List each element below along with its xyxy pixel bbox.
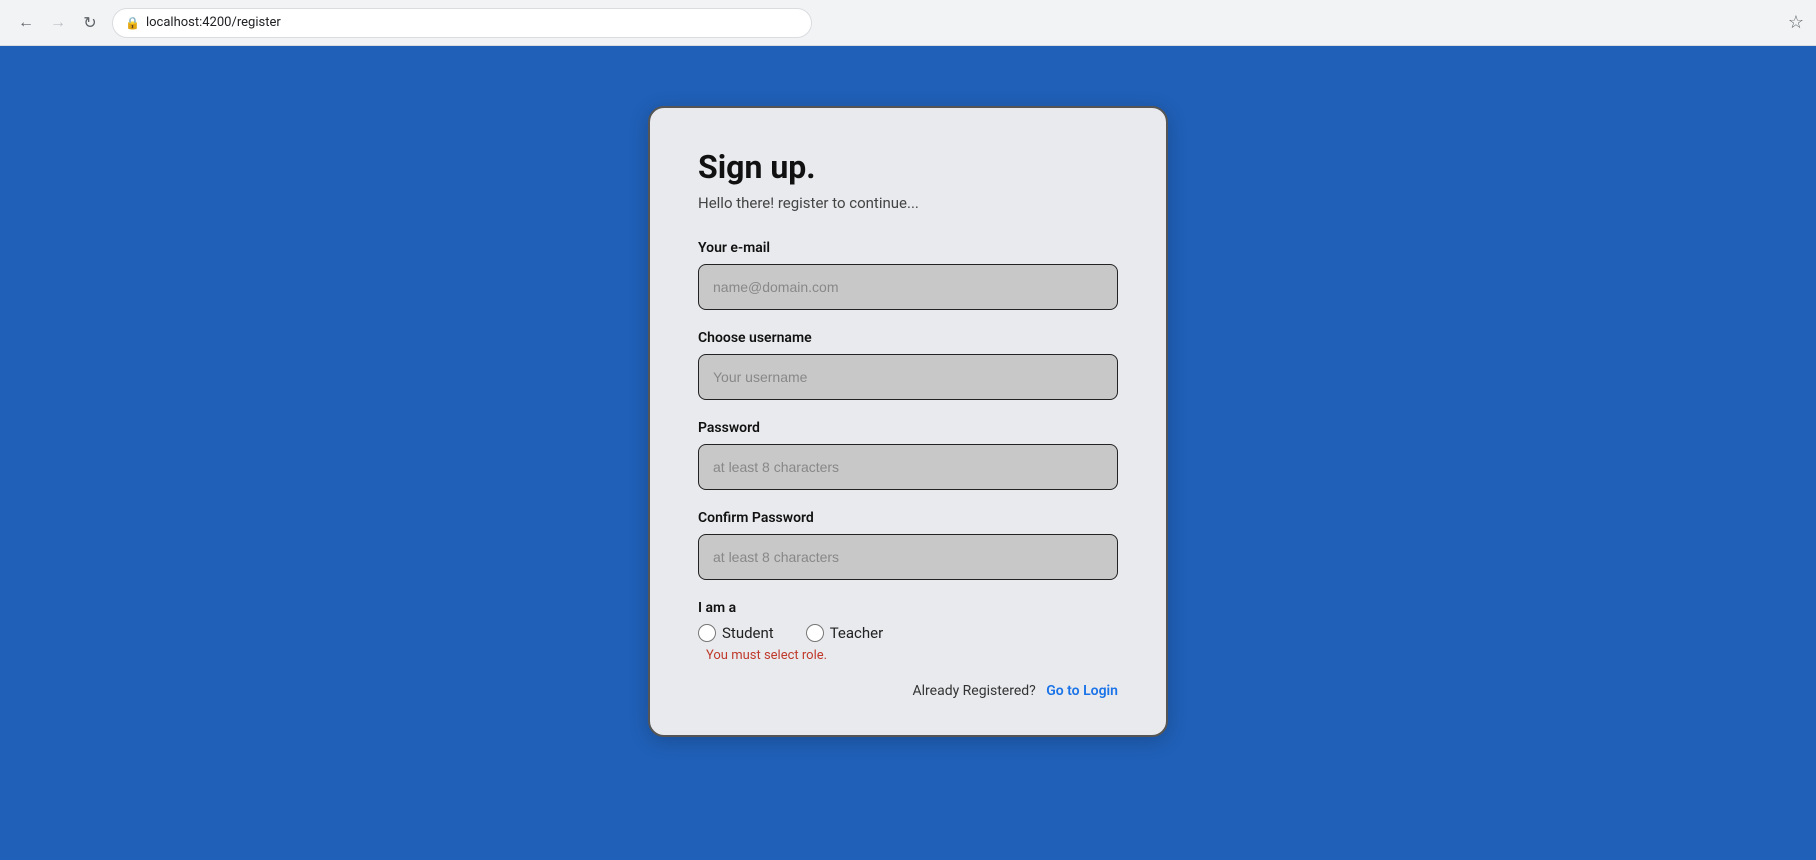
page-subtitle: Hello there! register to continue... (698, 194, 1118, 212)
url-text: localhost:4200/register (146, 15, 281, 30)
username-field-group: Choose username (698, 330, 1118, 400)
email-field-group: Your e-mail (698, 240, 1118, 310)
password-field-group: Password (698, 420, 1118, 490)
back-button[interactable]: ← (12, 9, 40, 37)
browser-nav: ← → ↻ (12, 9, 104, 37)
confirm-password-label: Confirm Password (698, 510, 1118, 526)
email-input[interactable] (698, 264, 1118, 310)
register-card: Sign up. Hello there! register to contin… (648, 106, 1168, 737)
teacher-radio[interactable] (806, 624, 824, 642)
confirm-password-field-group: Confirm Password (698, 510, 1118, 580)
teacher-label: Teacher (830, 624, 884, 642)
role-field-group: I am a Student Teacher You must select r… (698, 600, 1118, 663)
student-radio[interactable] (698, 624, 716, 642)
page-title: Sign up. (698, 148, 1118, 186)
lock-icon: 🔒 (125, 16, 140, 30)
username-input[interactable] (698, 354, 1118, 400)
bookmark-button[interactable]: ☆ (1788, 12, 1804, 33)
password-input[interactable] (698, 444, 1118, 490)
student-option[interactable]: Student (698, 624, 774, 642)
browser-chrome: ← → ↻ 🔒 localhost:4200/register ☆ (0, 0, 1816, 46)
main-content: Sign up. Hello there! register to contin… (0, 46, 1816, 860)
email-label: Your e-mail (698, 240, 1118, 256)
reload-button[interactable]: ↻ (76, 9, 104, 37)
go-to-login-link[interactable]: Go to Login (1046, 683, 1118, 699)
address-bar[interactable]: 🔒 localhost:4200/register (112, 8, 812, 38)
student-label: Student (722, 624, 774, 642)
role-label: I am a (698, 600, 1118, 616)
footer-section: Already Registered? Go to Login (698, 683, 1118, 699)
teacher-option[interactable]: Teacher (806, 624, 884, 642)
role-error-message: You must select role. (706, 648, 1118, 663)
role-options: Student Teacher (698, 624, 1118, 642)
username-label: Choose username (698, 330, 1118, 346)
already-registered-text: Already Registered? (913, 683, 1036, 699)
confirm-password-input[interactable] (698, 534, 1118, 580)
password-label: Password (698, 420, 1118, 436)
forward-button[interactable]: → (44, 9, 72, 37)
